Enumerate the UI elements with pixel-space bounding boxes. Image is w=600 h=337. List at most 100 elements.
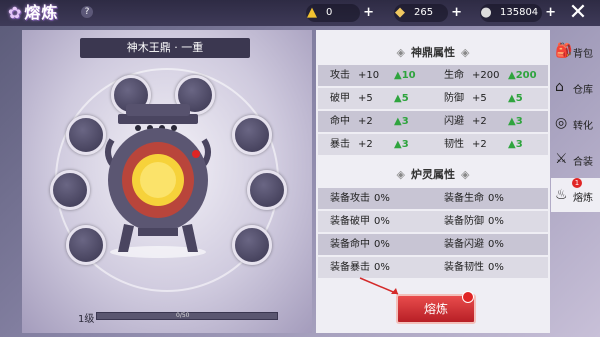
stat-label: 韧性 (444, 139, 464, 150)
stat-bonus: ▲3 (394, 139, 409, 150)
stat-value: +2 (358, 139, 373, 150)
stat-value: +2 (358, 116, 373, 127)
currency-coin: ● 135804 + (480, 4, 556, 22)
spirit-section-title: ◈ 炉灵属性 ◈ (316, 166, 550, 184)
stat-label: 暴击 (330, 139, 350, 150)
coin-icon: ● (480, 5, 492, 20)
spirit-value: 0% (374, 262, 390, 273)
spirit-label: 装备生命 (444, 193, 484, 204)
stat-value: +5 (472, 93, 487, 104)
stat-bonus: ▲3 (508, 116, 523, 127)
silver-ingot-icon: ◆ (395, 5, 405, 20)
spirit-label: 装备命中 (330, 239, 370, 250)
spirit-label: 装备防御 (444, 216, 484, 227)
diamond-icon: ◈ (461, 46, 470, 59)
cauldron-image (105, 104, 211, 258)
notification-dot (462, 291, 474, 303)
diamond-icon: ◈ (396, 46, 405, 59)
close-icon[interactable]: ✕ (566, 1, 590, 25)
spirit-value: 0% (488, 239, 504, 250)
diamond-icon: ◈ (396, 168, 405, 181)
material-slot[interactable] (232, 115, 272, 155)
tab-label: 仓库 (573, 85, 593, 96)
tab-label: 合装 (573, 157, 593, 168)
progress-text: 0/50 (176, 312, 190, 319)
stat-bonus: ▲10 (394, 70, 416, 81)
spirit-value: 0% (374, 216, 390, 227)
stat-row: 命中 +2 ▲3 闪避 +2 ▲3 (318, 111, 548, 132)
spirit-label: 装备攻击 (330, 193, 370, 204)
tab-badge: 1 (572, 178, 582, 188)
diamond-icon: ◈ (461, 168, 470, 181)
currency-coin-value: 135804 (500, 7, 539, 18)
warehouse-icon: ⌂ (555, 79, 564, 95)
spirit-row: 装备暴击 0% 装备韧性 0% (318, 257, 548, 278)
stat-bonus: ▲3 (508, 139, 523, 150)
stat-bonus-value: 3 (401, 139, 409, 150)
backpack-icon: 🎒 (555, 43, 573, 59)
tab-label: 熔炼 (573, 193, 593, 204)
smelt-icon: ♨ (555, 187, 568, 203)
currency-gold-value: 0 (326, 7, 333, 18)
page-title: ✿ 熔炼 (8, 0, 58, 26)
stat-bonus-value: 3 (515, 139, 523, 150)
stat-bonus-value: 5 (515, 93, 523, 104)
stat-bonus-value: 200 (515, 70, 537, 81)
help-icon[interactable]: ? (81, 6, 93, 18)
spirit-label: 装备韧性 (444, 262, 484, 273)
stat-bonus-value: 10 (401, 70, 416, 81)
combine-icon: ⚔ (555, 151, 568, 167)
stats-section-title: ◈ 神鼎属性 ◈ (316, 44, 550, 62)
stat-bonus-value: 5 (401, 93, 409, 104)
stat-bonus: ▲5 (508, 93, 523, 104)
tab-smelt[interactable]: ♨ 熔炼 1 (551, 178, 600, 212)
stat-bonus: ▲200 (508, 70, 537, 81)
spirit-row: 装备命中 0% 装备闪避 0% (318, 234, 548, 255)
stat-value: +2 (472, 139, 487, 150)
tab-label: 转化 (573, 121, 593, 132)
stat-label: 闪避 (444, 116, 464, 127)
page-title-text: 熔炼 (24, 3, 59, 22)
add-coin-button[interactable]: + (545, 4, 556, 22)
stat-bonus: ▲3 (394, 116, 409, 127)
stat-label: 攻击 (330, 70, 350, 81)
spirit-row: 装备攻击 0% 装备生命 0% (318, 188, 548, 209)
spirit-label: 装备闪避 (444, 239, 484, 250)
currency-silver-value: 265 (414, 7, 434, 18)
tab-combine[interactable]: ⚔ 合装 (551, 142, 600, 176)
material-slot[interactable] (247, 170, 287, 210)
stat-label: 生命 (444, 70, 464, 81)
material-slot[interactable] (50, 170, 90, 210)
stat-row: 破甲 +5 ▲5 防御 +5 ▲5 (318, 88, 548, 109)
stat-label: 破甲 (330, 93, 350, 104)
add-silver-button[interactable]: + (451, 4, 462, 22)
tab-label: 背包 (573, 49, 593, 60)
spirit-value: 0% (374, 193, 390, 204)
currency-gold: ▲ 0 + (306, 4, 374, 22)
stat-value: +200 (472, 70, 500, 81)
stat-value: +2 (472, 116, 487, 127)
gold-ingot-icon: ▲ (307, 5, 317, 20)
tab-convert[interactable]: ◎ 转化 (551, 106, 600, 140)
currency-silver: ◆ 265 + (394, 4, 462, 22)
spirit-label: 装备破甲 (330, 216, 370, 227)
stat-row: 暴击 +2 ▲3 韧性 +2 ▲3 (318, 134, 548, 155)
spirit-value: 0% (488, 262, 504, 273)
spirit-label: 装备暴击 (330, 262, 370, 273)
add-gold-button[interactable]: + (363, 4, 374, 22)
spirit-value: 0% (374, 239, 390, 250)
stat-label: 防御 (444, 93, 464, 104)
spirit-value: 0% (488, 193, 504, 204)
cauldron-name: 神木王鼎 · 一重 (80, 38, 250, 58)
stat-row: 攻击 +10 ▲10 生命 +200 ▲200 (318, 65, 548, 86)
stat-label: 命中 (330, 116, 350, 127)
stat-value: +5 (358, 93, 373, 104)
flower-icon: ✿ (8, 3, 23, 22)
spirit-title-text: 炉灵属性 (411, 168, 455, 181)
material-slot[interactable] (232, 225, 272, 265)
spirit-row: 装备破甲 0% 装备防御 0% (318, 211, 548, 232)
tab-backpack[interactable]: 🎒 背包 (551, 34, 600, 68)
convert-icon: ◎ (555, 115, 568, 131)
tab-warehouse[interactable]: ⌂ 仓库 (551, 70, 600, 104)
stat-bonus: ▲5 (394, 93, 409, 104)
